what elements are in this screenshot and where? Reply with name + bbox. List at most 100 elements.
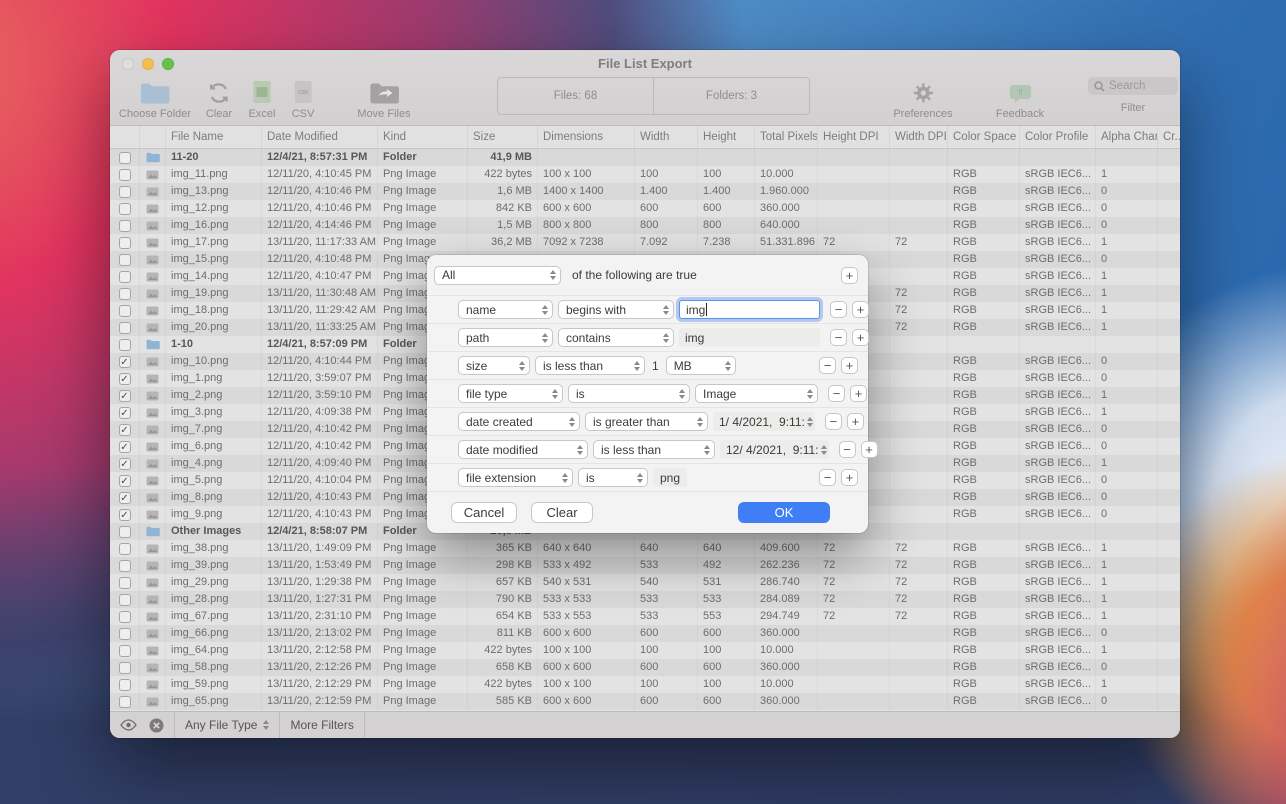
column-header[interactable]: File Name <box>166 126 262 148</box>
table-row[interactable]: img_65.png13/11/20, 2:12:59 PMPng Image5… <box>110 693 1180 710</box>
cancel-button[interactable]: Cancel <box>451 502 517 523</box>
column-header[interactable]: Dimensions <box>538 126 635 148</box>
row-checkbox[interactable] <box>119 543 131 555</box>
field-dropdown[interactable]: date created <box>458 412 580 431</box>
table-row[interactable]: img_13.png12/11/20, 4:10:46 PMPng Image1… <box>110 183 1180 200</box>
field-dropdown[interactable]: name <box>458 300 553 319</box>
preview-toggle[interactable] <box>110 712 147 738</box>
row-checkbox[interactable] <box>119 254 131 266</box>
row-checkbox[interactable] <box>119 594 131 606</box>
row-checkbox[interactable]: ✓ <box>119 424 131 436</box>
remove-rule-button[interactable]: − <box>825 413 842 430</box>
row-checkbox[interactable] <box>119 696 131 708</box>
remove-rule-button[interactable]: − <box>819 357 836 374</box>
operator-dropdown[interactable]: begins with <box>558 300 674 319</box>
row-checkbox[interactable] <box>119 169 131 181</box>
column-header[interactable] <box>110 126 140 148</box>
match-dropdown[interactable]: All <box>434 266 561 285</box>
date-stepper[interactable]: 12/ 4/2021, 9:11: <box>720 440 829 459</box>
field-dropdown[interactable]: file extension <box>458 468 573 487</box>
value-input[interactable]: img <box>679 300 820 319</box>
remove-rule-button[interactable]: − <box>819 469 836 486</box>
add-rule-button[interactable]: + <box>852 329 869 346</box>
column-header[interactable]: Kind <box>378 126 468 148</box>
add-rule-button[interactable]: + <box>841 267 858 284</box>
table-row[interactable]: img_11.png12/11/20, 4:10:45 PMPng Image4… <box>110 166 1180 183</box>
value-text[interactable]: png <box>653 468 687 487</box>
table-row[interactable]: img_59.png13/11/20, 2:12:29 PMPng Image4… <box>110 676 1180 693</box>
table-row[interactable]: img_12.png12/11/20, 4:10:46 PMPng Image8… <box>110 200 1180 217</box>
row-checkbox[interactable] <box>119 237 131 249</box>
table-row[interactable]: img_38.png13/11/20, 1:49:09 PMPng Image3… <box>110 540 1180 557</box>
date-stepper[interactable]: 1/ 4/2021, 9:11: <box>713 412 815 431</box>
ok-button[interactable]: OK <box>738 502 830 523</box>
row-checkbox[interactable]: ✓ <box>119 407 131 419</box>
column-header[interactable]: Height DPI <box>818 126 890 148</box>
table-row[interactable]: img_66.png13/11/20, 2:13:02 PMPng Image8… <box>110 625 1180 642</box>
table-row[interactable]: img_28.png13/11/20, 1:27:31 PMPng Image7… <box>110 591 1180 608</box>
column-header[interactable]: Width DPI <box>890 126 948 148</box>
row-checkbox[interactable] <box>119 645 131 657</box>
column-header[interactable] <box>140 126 166 148</box>
row-checkbox[interactable] <box>119 339 131 351</box>
field-dropdown[interactable]: size <box>458 356 530 375</box>
column-header[interactable]: Color Space <box>948 126 1020 148</box>
remove-rule-button[interactable]: − <box>830 301 847 318</box>
remove-rule-button[interactable]: − <box>828 385 845 402</box>
unit-dropdown[interactable]: MB <box>666 356 736 375</box>
row-checkbox[interactable] <box>119 611 131 623</box>
remove-rule-button[interactable]: − <box>830 329 847 346</box>
feedback-button[interactable]: !! Feedback <box>996 76 1044 120</box>
row-checkbox[interactable] <box>119 152 131 164</box>
choose-folder-button[interactable]: Choose Folder <box>119 76 191 120</box>
table-row[interactable]: img_64.png13/11/20, 2:12:58 PMPng Image4… <box>110 642 1180 659</box>
add-rule-button[interactable]: + <box>850 385 867 402</box>
row-checkbox[interactable] <box>119 322 131 334</box>
operator-dropdown[interactable]: is less than <box>593 440 715 459</box>
operator-dropdown[interactable]: contains <box>558 328 674 347</box>
row-checkbox[interactable] <box>119 560 131 572</box>
excel-export-button[interactable]: Excel <box>249 76 276 120</box>
remove-rule-button[interactable]: − <box>839 441 856 458</box>
row-checkbox[interactable] <box>119 577 131 589</box>
clear-filter-button[interactable] <box>147 712 174 738</box>
preferences-button[interactable]: Preferences <box>893 76 952 120</box>
more-filters-button[interactable]: More Filters <box>280 712 363 738</box>
table-row[interactable]: img_29.png13/11/20, 1:29:38 PMPng Image6… <box>110 574 1180 591</box>
add-rule-button[interactable]: + <box>841 469 858 486</box>
table-row[interactable]: img_58.png13/11/20, 2:12:26 PMPng Image6… <box>110 659 1180 676</box>
table-row[interactable]: img_17.png13/11/20, 11:17:33 AMPng Image… <box>110 234 1180 251</box>
add-rule-button[interactable]: + <box>841 357 858 374</box>
table-row[interactable]: img_16.png12/11/20, 4:14:46 PMPng Image1… <box>110 217 1180 234</box>
row-checkbox[interactable]: ✓ <box>119 441 131 453</box>
row-checkbox[interactable] <box>119 288 131 300</box>
row-checkbox[interactable]: ✓ <box>119 475 131 487</box>
column-header[interactable]: Alpha Chan... <box>1096 126 1158 148</box>
operator-dropdown[interactable]: is less than <box>535 356 645 375</box>
search-field[interactable]: Search <box>1088 77 1178 95</box>
row-checkbox[interactable]: ✓ <box>119 390 131 402</box>
column-header[interactable]: Cr... <box>1158 126 1180 148</box>
row-checkbox[interactable] <box>119 271 131 283</box>
clear-rules-button[interactable]: Clear <box>531 502 593 523</box>
column-header[interactable]: Color Profile <box>1020 126 1096 148</box>
row-checkbox[interactable]: ✓ <box>119 373 131 385</box>
value-input[interactable]: img <box>679 328 820 347</box>
field-dropdown[interactable]: file type <box>458 384 563 403</box>
row-checkbox[interactable] <box>119 679 131 691</box>
table-row[interactable]: img_67.png13/11/20, 2:31:10 PMPng Image6… <box>110 608 1180 625</box>
value-number[interactable]: 1 <box>650 359 661 373</box>
clear-button[interactable]: Clear <box>206 76 232 120</box>
column-header[interactable]: Size <box>468 126 538 148</box>
csv-export-button[interactable]: CSV CSV <box>292 76 315 120</box>
operator-dropdown[interactable]: is <box>568 384 690 403</box>
add-rule-button[interactable]: + <box>847 413 864 430</box>
table-row[interactable]: img_39.png13/11/20, 1:53:49 PMPng Image2… <box>110 557 1180 574</box>
row-checkbox[interactable] <box>119 186 131 198</box>
file-type-dropdown[interactable]: Any File Type <box>175 712 279 738</box>
column-header[interactable]: Date Modified <box>262 126 378 148</box>
operator-dropdown[interactable]: is greater than <box>585 412 708 431</box>
column-header[interactable]: Total Pixels <box>755 126 818 148</box>
row-checkbox[interactable] <box>119 526 131 538</box>
table-row[interactable]: 11-2012/4/21, 8:57:31 PMFolder41,9 MB <box>110 149 1180 166</box>
